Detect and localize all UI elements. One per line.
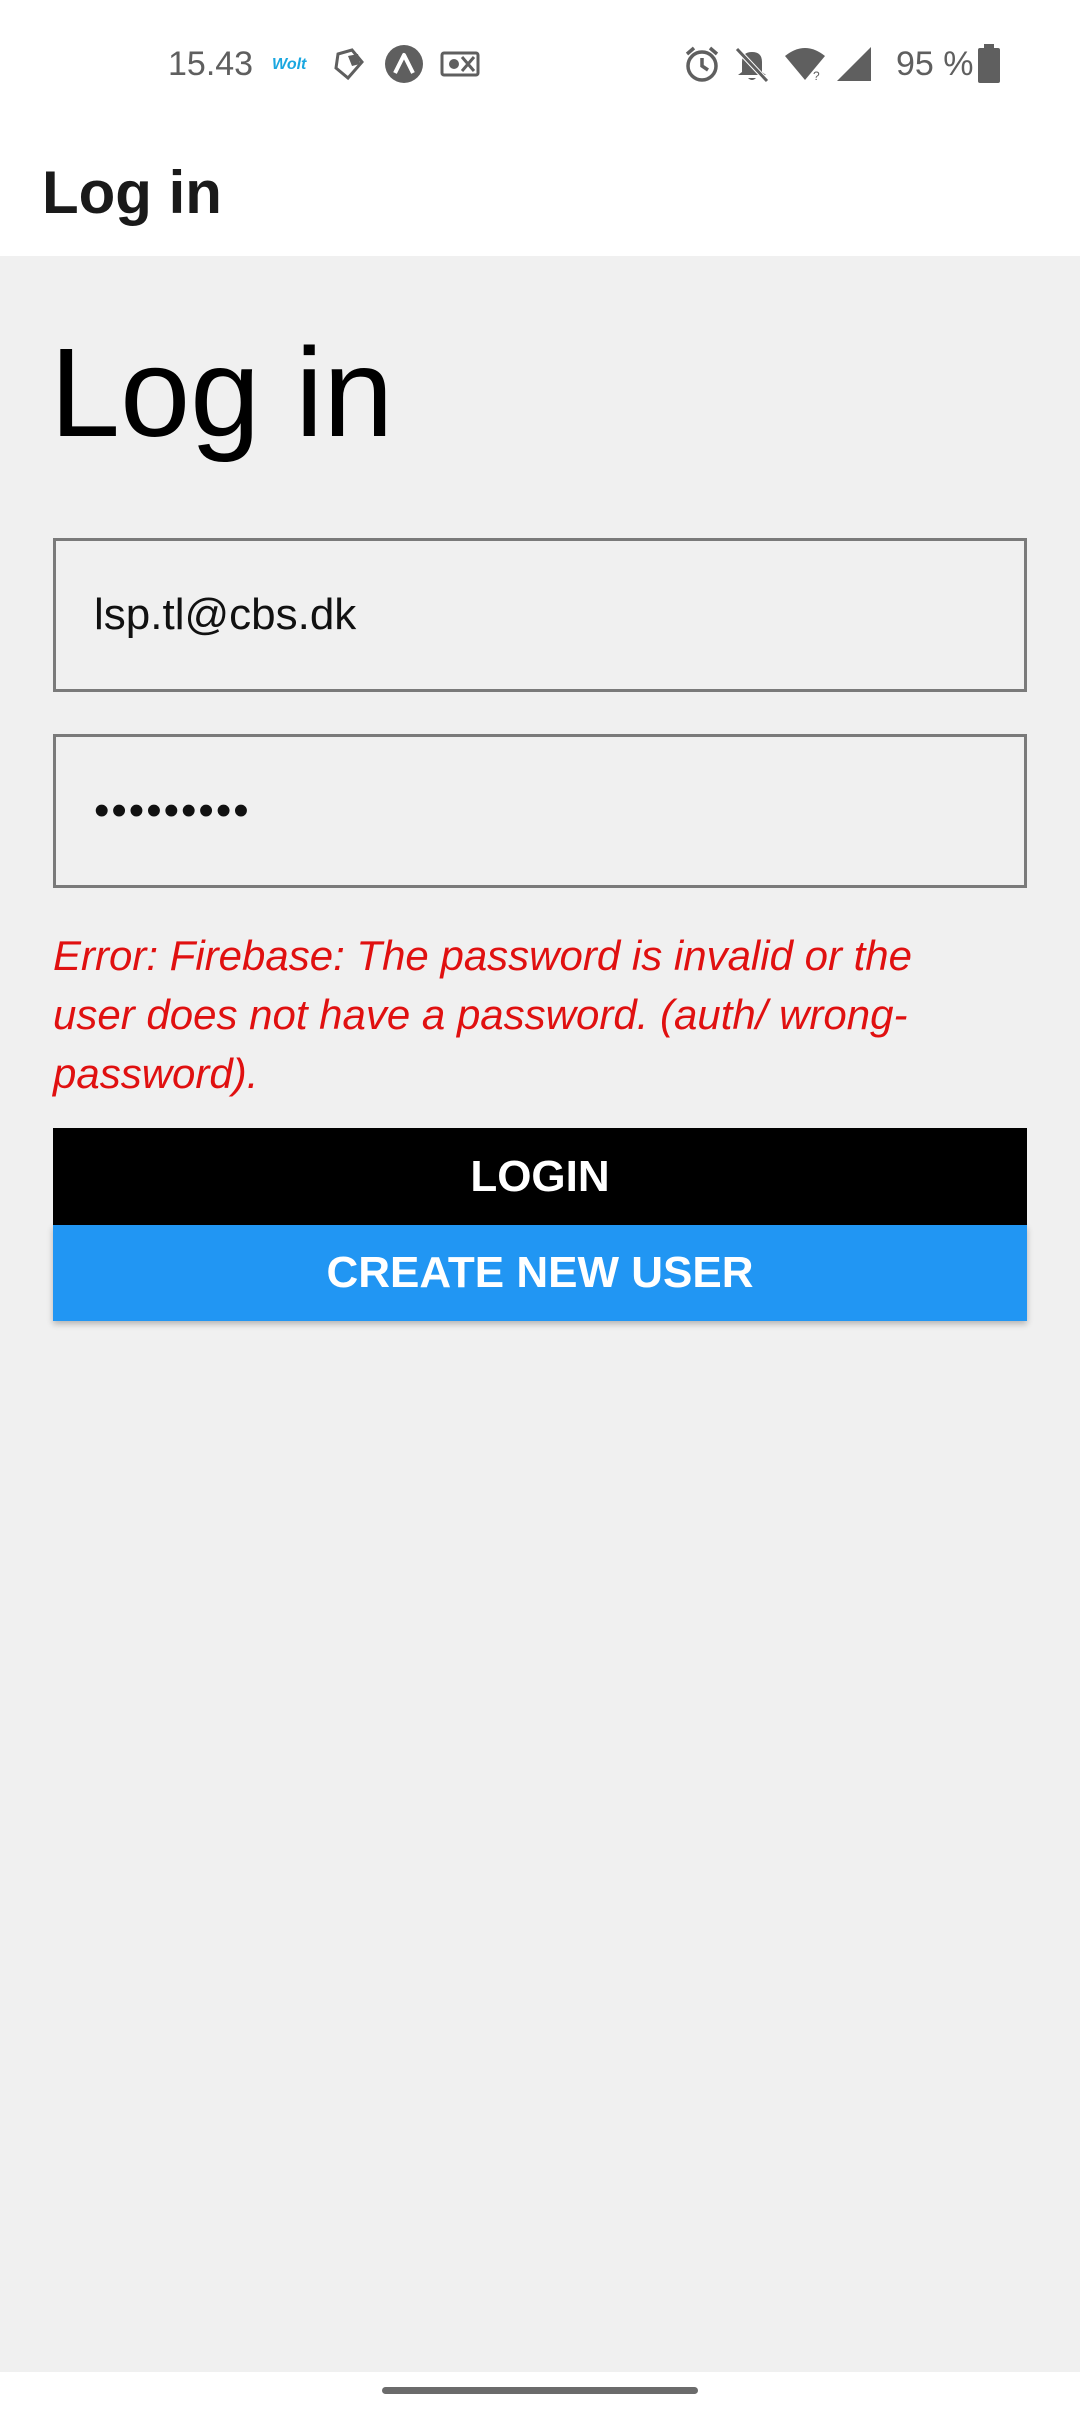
svg-text:?: ? (813, 69, 820, 82)
create-new-user-button[interactable]: CREATE NEW USER (53, 1225, 1027, 1321)
expo-icon (382, 40, 426, 88)
email-field[interactable] (56, 541, 1024, 689)
email-field-box[interactable] (53, 538, 1027, 692)
header-title: Log in (42, 159, 222, 226)
password-field[interactable] (56, 737, 1024, 885)
login-button[interactable]: LOGIN (53, 1128, 1027, 1225)
home-indicator[interactable] (382, 2387, 698, 2394)
bell-off-icon (730, 40, 774, 88)
money-icon (438, 40, 482, 88)
cellular-icon (834, 40, 874, 88)
battery-percent: 95 % (896, 45, 974, 83)
app-header: Log in (0, 128, 1080, 256)
battery-icon (974, 40, 1004, 88)
tag-icon (330, 40, 370, 88)
alarm-icon (680, 40, 724, 88)
page-title: Log in (50, 322, 394, 463)
status-time: 15.43 (168, 45, 254, 83)
error-message: Error: Firebase: The password is invalid… (53, 932, 913, 1097)
wifi-icon: ? (782, 40, 828, 88)
status-bar: 15.43 Wolt ? 95 % (0, 0, 1080, 128)
svg-text:Wolt: Wolt (272, 56, 307, 73)
password-field-box[interactable] (53, 734, 1027, 888)
wolt-icon: Wolt (272, 40, 314, 88)
